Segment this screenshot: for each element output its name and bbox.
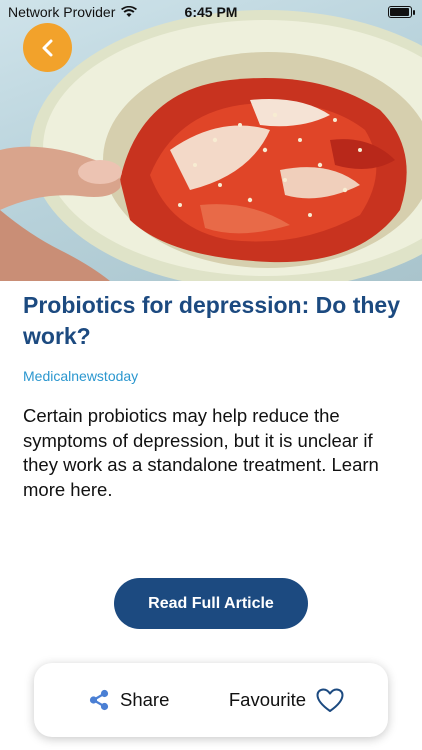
article-source[interactable]: Medicalnewstoday [23,368,138,384]
article-detail-screen: Network Provider 6:45 PM Probiotics for … [0,0,422,750]
carrier-label: Network Provider [8,4,116,20]
article-description: Certain probiotics may help reduce the s… [23,405,379,500]
status-bar: Network Provider 6:45 PM [0,0,422,24]
chevron-left-icon [42,39,52,56]
battery-icon [388,6,415,18]
share-icon [89,689,109,711]
favourite-label: Favourite [228,689,306,710]
read-full-article-button[interactable]: Read Full Article [114,578,308,629]
back-button[interactable] [23,23,72,72]
read-full-article-label: Read Full Article [148,594,274,612]
heart-icon [316,688,344,712]
favourite-button[interactable]: Favourite [229,688,344,713]
action-bar: Share Favourite [34,663,388,737]
article-title: Probiotics for depression: Do they work? [23,292,400,349]
share-button[interactable]: Share [88,689,169,711]
status-left: Network Provider [8,4,138,20]
wifi-icon [121,6,138,17]
share-label: Share [120,689,170,710]
